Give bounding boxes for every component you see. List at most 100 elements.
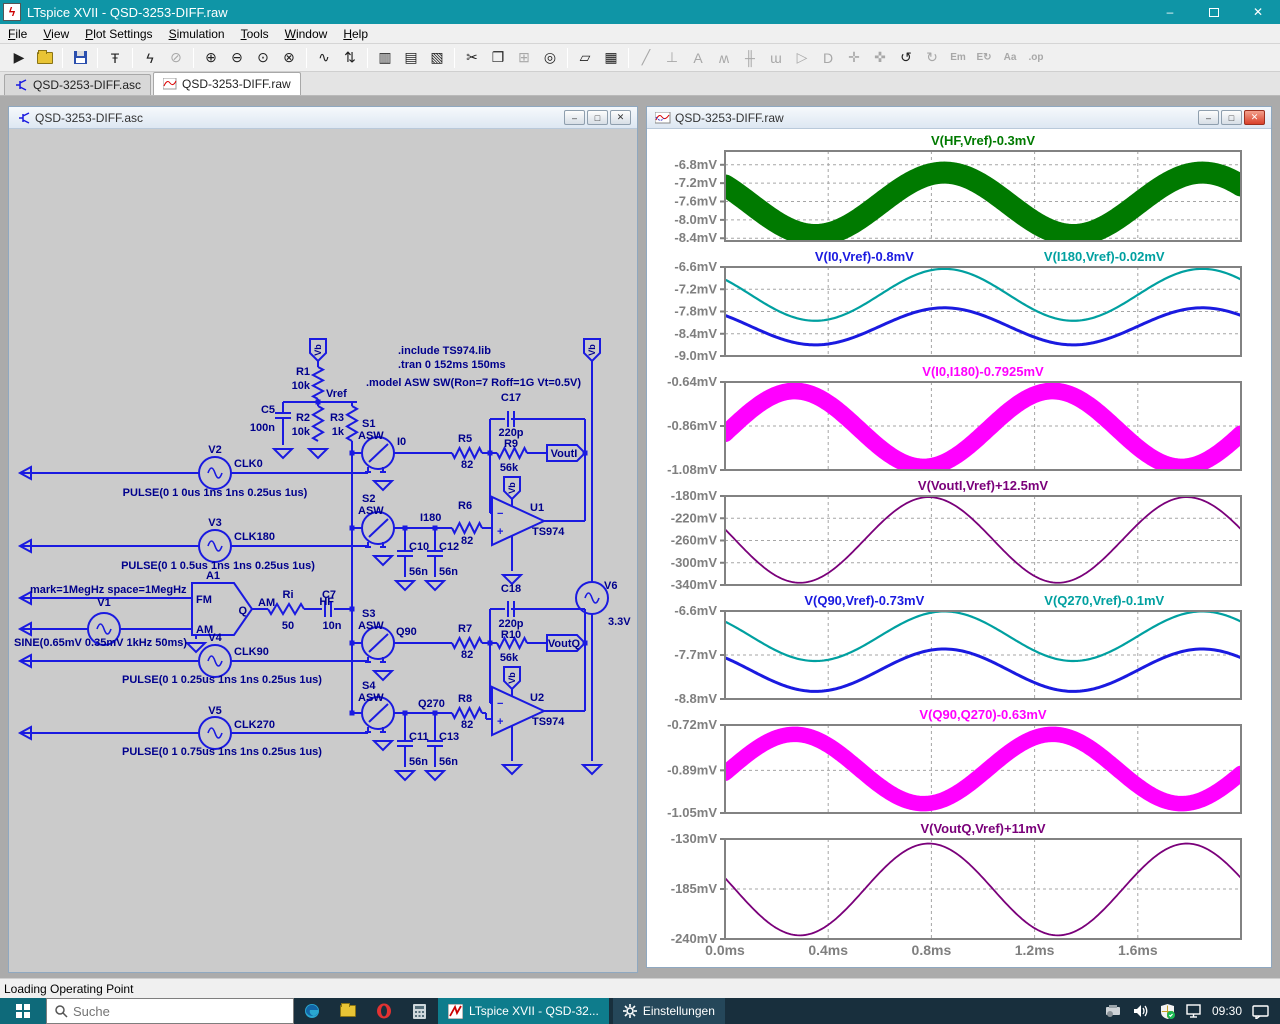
taskbar-explorer-icon[interactable] [330, 998, 366, 1024]
autorange-icon[interactable]: ⇅ [338, 47, 362, 69]
menu-item-plot-settings[interactable]: Plot Settings [77, 25, 160, 43]
pane-title: V(Q90,Q270)-0.63mV [919, 707, 1047, 722]
tab-qsd-3253-diff.asc[interactable]: QSD-3253-DIFF.asc [4, 74, 151, 95]
taskbar-edge-icon[interactable] [294, 998, 330, 1024]
schematic-close-button[interactable]: ✕ [610, 110, 631, 125]
network-icon[interactable] [1185, 1004, 1202, 1018]
waveform-window-titlebar[interactable]: QSD-3253-DIFF.raw – □ ✕ [647, 107, 1271, 129]
schematic-label: 82 [461, 535, 473, 547]
x-tick-label: 0.8ms [912, 942, 952, 958]
minimize-button[interactable]: – [1148, 0, 1192, 24]
search-input[interactable] [73, 1004, 263, 1019]
y-tick-label: -7.7mV [674, 647, 717, 662]
schematic-tab-icon [14, 79, 28, 91]
symbol [208, 541, 222, 551]
schematic-label: R2 [296, 412, 310, 424]
spice-directive-text: .model ASW SW(Ron=7 Roff=1G Vt=0.5V) [366, 377, 581, 389]
menu-item-file[interactable]: File [0, 25, 35, 43]
schematic-label: PULSE(0 1 0.75us 1ns 1ns 0.25us 1us) [122, 746, 322, 758]
schematic-label: ASW [358, 620, 384, 632]
control-panel-icon[interactable]: Ŧ [103, 47, 127, 69]
find-icon[interactable]: ◎ [538, 47, 562, 69]
cascade-windows-icon[interactable]: ▧ [425, 47, 449, 69]
y-tick-label: -8.4mV [674, 326, 717, 341]
svg-text:−: − [497, 508, 503, 520]
cut-icon[interactable]: ✂ [460, 47, 484, 69]
schematic-label: ASW [358, 430, 384, 442]
volume-icon[interactable] [1133, 1004, 1150, 1018]
pane-title: V(I0,I180)-0.7925mV [922, 364, 1044, 379]
waveform-close-button[interactable]: ✕ [1244, 110, 1265, 125]
ground-symbol [426, 581, 444, 590]
start-button[interactable] [0, 998, 46, 1024]
print-preview-icon[interactable]: ▱ [573, 47, 597, 69]
taskbar-ltspice-button[interactable]: LTspice XVII - QSD-32... [438, 998, 609, 1024]
schematic-label: S1 [362, 418, 375, 430]
taskbar-calculator-icon[interactable] [402, 998, 438, 1024]
taskbar-opera-icon[interactable] [366, 998, 402, 1024]
schematic-label: C10 [409, 541, 429, 553]
vb-flag-label: Vb [313, 344, 323, 356]
waveform-restore-button[interactable]: □ [1221, 110, 1242, 125]
schematic-label: I180 [420, 512, 441, 524]
copy-icon[interactable]: ❐ [486, 47, 510, 69]
print-icon[interactable]: ▦ [599, 47, 623, 69]
tab-qsd-3253-diff.raw[interactable]: QSD-3253-DIFF.raw [153, 72, 301, 95]
open-file-icon[interactable] [33, 47, 57, 69]
zoom-in-icon[interactable]: ⊕ [199, 47, 223, 69]
schematic-label: 56k [500, 462, 519, 474]
save-icon[interactable] [68, 47, 92, 69]
taskbar-clock[interactable]: 09:30 [1212, 1004, 1242, 1018]
y-tick-label: -7.8mV [674, 304, 717, 319]
junction-dot [350, 711, 355, 716]
x-tick-label: 0.0ms [705, 942, 745, 958]
schematic-label: C17 [501, 392, 521, 404]
schematic-label: V1 [97, 597, 110, 609]
security-shield-icon[interactable] [1160, 1004, 1175, 1019]
y-tick-label: -7.6mV [674, 194, 717, 209]
zoom-full-icon[interactable]: ⊗ [277, 47, 301, 69]
schematic-label: AM [258, 597, 275, 609]
schematic-label: 56n [409, 756, 428, 768]
junction-dot [403, 526, 408, 531]
menu-item-help[interactable]: Help [335, 25, 376, 43]
taskbar-settings-button[interactable]: Einstellungen [613, 998, 725, 1024]
schematic-label: PULSE(0 1 0us 1ns 1ns 0.25us 1us) [123, 487, 308, 499]
schematic-window-titlebar[interactable]: QSD-3253-DIFF.asc – □ ✕ [9, 107, 637, 129]
zoom-previous-icon[interactable]: ⊙ [251, 47, 275, 69]
tray-printer-icon[interactable] [1105, 1004, 1123, 1018]
tile-horizontal-icon[interactable]: ▤ [399, 47, 423, 69]
taskbar-search[interactable] [46, 998, 294, 1024]
trace-V(HF,Vref)-0.3mV [725, 173, 1241, 235]
new-file-icon[interactable]: ▶ [7, 47, 31, 69]
restore-button[interactable] [1192, 0, 1236, 24]
plot-settings-icon[interactable]: ∿ [312, 47, 336, 69]
ground-symbol [396, 581, 414, 590]
tile-vertical-icon[interactable]: ▥ [373, 47, 397, 69]
schematic-canvas[interactable]: −+−+VbVbVbVbVoutIVoutQR110kVrefC5100nR21… [9, 129, 637, 972]
schematic-label: CLK270 [234, 719, 275, 731]
x-tick-label: 1.6ms [1118, 942, 1158, 958]
run-icon[interactable]: ϟ [138, 47, 162, 69]
schematic-label: Q90 [396, 626, 417, 638]
notification-center-icon[interactable] [1252, 1004, 1270, 1019]
toolbar-separator [454, 48, 455, 68]
waveform-canvas[interactable]: V(HF,Vref)-0.3mV-6.8mV-7.2mV-7.6mV-8.0mV… [647, 129, 1271, 967]
schematic-restore-button[interactable]: □ [587, 110, 608, 125]
toolbar-separator [306, 48, 307, 68]
menu-item-window[interactable]: Window [277, 25, 336, 43]
symbol [208, 656, 222, 666]
menu-item-view[interactable]: View [35, 25, 77, 43]
pane-title: V(I0,Vref)-0.8mV [815, 249, 914, 264]
close-button[interactable]: ✕ [1236, 0, 1280, 24]
trace-V(I0,Vref)-0.8mV [725, 308, 1241, 345]
menu-item-tools[interactable]: Tools [233, 25, 277, 43]
menu-item-simulation[interactable]: Simulation [161, 25, 233, 43]
taskbar: LTspice XVII - QSD-32... Einstellungen [0, 998, 1280, 1024]
undo-icon[interactable]: ↺ [894, 47, 918, 69]
schematic-minimize-button[interactable]: – [564, 110, 585, 125]
spice-directive-icon: .op [1024, 47, 1048, 69]
place-component-icon: D [816, 47, 840, 69]
zoom-out-icon[interactable]: ⊖ [225, 47, 249, 69]
waveform-minimize-button[interactable]: – [1198, 110, 1219, 125]
